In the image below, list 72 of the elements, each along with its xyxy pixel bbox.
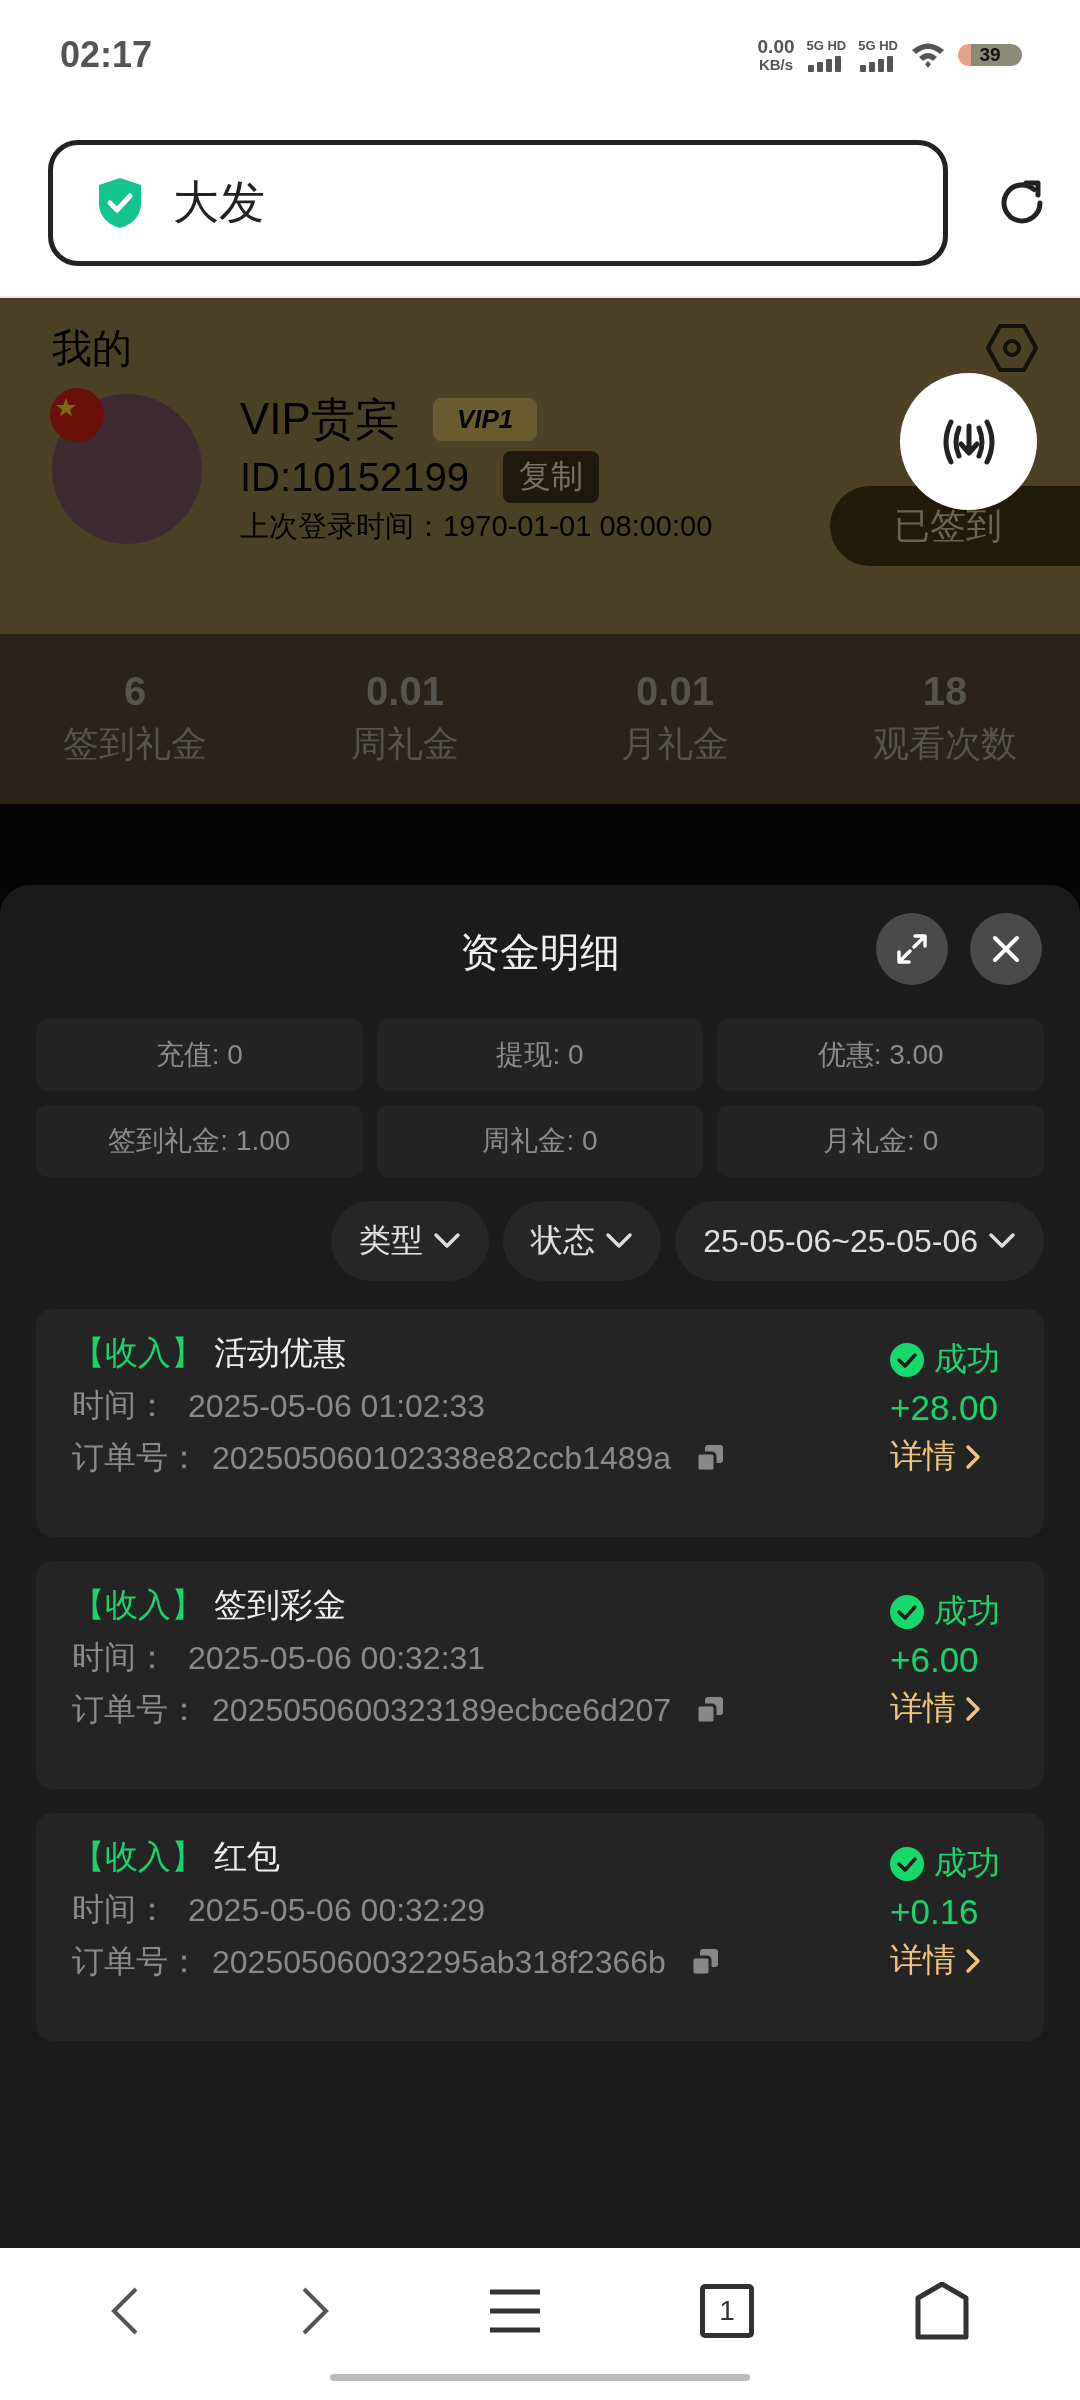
expand-icon xyxy=(895,932,929,966)
summary-cell: 充值: 0 xyxy=(36,1019,363,1091)
net-speed-value: 0.00 xyxy=(757,37,795,58)
flag-icon xyxy=(50,388,104,442)
amount-text: +6.00 xyxy=(890,1640,979,1680)
order-number: 2025050600323189ecbce6d207 xyxy=(212,1691,672,1729)
chevron-down-icon xyxy=(988,1232,1016,1250)
record-title: 红包 xyxy=(214,1837,280,1877)
back-icon[interactable] xyxy=(110,2286,140,2336)
check-circle-icon xyxy=(890,1846,924,1881)
shield-check-icon xyxy=(97,177,143,229)
forward-icon[interactable] xyxy=(300,2286,330,2336)
details-link[interactable]: 详情 xyxy=(890,1938,982,1983)
record-title: 活动优惠 xyxy=(214,1333,346,1373)
status-text: 成功 xyxy=(934,1843,1000,1883)
check-circle-icon xyxy=(890,1342,924,1377)
summary-cell: 提现: 0 xyxy=(376,1019,704,1091)
tab-count-button[interactable]: 1 xyxy=(700,2284,754,2338)
user-id: ID:10152199 xyxy=(240,454,470,500)
address-text: 大发 xyxy=(173,175,265,230)
summary-cell: 签到礼金: 1.00 xyxy=(36,1105,363,1177)
chevron-right-icon xyxy=(964,1946,982,1975)
summary-cell: 优惠: 3.00 xyxy=(717,1019,1044,1091)
time-label: 时间： xyxy=(72,1386,168,1425)
address-bar[interactable]: 大发 xyxy=(48,140,948,266)
record-time: 2025-05-06 01:02:33 xyxy=(188,1387,486,1425)
time-label: 时间： xyxy=(72,1638,168,1677)
copy-icon[interactable] xyxy=(695,1443,726,1473)
chevron-down-icon xyxy=(605,1232,634,1250)
chevron-right-icon xyxy=(964,1442,982,1471)
user-name: VIP贵宾 xyxy=(240,393,399,445)
amount-text: +28.00 xyxy=(890,1388,999,1428)
status-text: 成功 xyxy=(934,1339,1000,1379)
summary-cell: 周礼金: 0 xyxy=(376,1105,704,1177)
status-text: 成功 xyxy=(934,1591,1000,1631)
chevron-right-icon xyxy=(964,1694,982,1723)
record-time: 2025-05-06 00:32:31 xyxy=(188,1639,486,1677)
order-label: 订单号： xyxy=(72,1438,200,1477)
details-link[interactable]: 详情 xyxy=(890,1434,982,1479)
home-icon[interactable] xyxy=(914,2282,970,2340)
vip-badge: VIP1 xyxy=(432,398,538,441)
income-tag: 【收入】 xyxy=(72,1331,204,1376)
order-number: 202505060102338e82ccb1489a xyxy=(212,1439,672,1477)
network-label: 5G HD xyxy=(858,38,898,53)
order-label: 订单号： xyxy=(72,1690,200,1729)
filter-dropdown[interactable]: 25-05-06~25-05-06 xyxy=(675,1201,1044,1281)
copy-icon[interactable] xyxy=(695,1695,726,1725)
summary-cell: 月礼金: 0 xyxy=(717,1105,1044,1177)
chevron-down-icon xyxy=(433,1232,462,1250)
net-speed-unit: KB/s xyxy=(758,57,794,73)
page-title: 我的 xyxy=(52,324,132,372)
check-circle-icon xyxy=(890,1594,924,1629)
filter-dropdown[interactable]: 类型 xyxy=(331,1201,490,1281)
time-label: 时间： xyxy=(72,1890,168,1929)
copy-button[interactable]: 复制 xyxy=(503,451,600,503)
last-login-text: 上次登录时间：1970-01-01 08:00:00 xyxy=(240,509,713,544)
network-label: 5G HD xyxy=(806,38,847,53)
order-label: 订单号： xyxy=(72,1942,200,1981)
amount-text: +0.16 xyxy=(890,1892,979,1932)
battery-icon: 39 xyxy=(958,44,1022,66)
order-number: 202505060032295ab318f2366b xyxy=(212,1943,666,1981)
close-icon xyxy=(991,934,1021,964)
status-time: 02:17 xyxy=(60,34,153,76)
menu-icon[interactable] xyxy=(490,2289,540,2333)
record-time: 2025-05-06 00:32:29 xyxy=(188,1891,486,1929)
details-link[interactable]: 详情 xyxy=(890,1686,982,1731)
record-title: 签到彩金 xyxy=(214,1585,346,1625)
filter-dropdown[interactable]: 状态 xyxy=(503,1201,662,1281)
wifi-icon xyxy=(910,41,946,69)
sheet-title: 资金明细 xyxy=(460,928,620,976)
income-tag: 【收入】 xyxy=(72,1583,204,1628)
income-tag: 【收入】 xyxy=(72,1835,204,1880)
